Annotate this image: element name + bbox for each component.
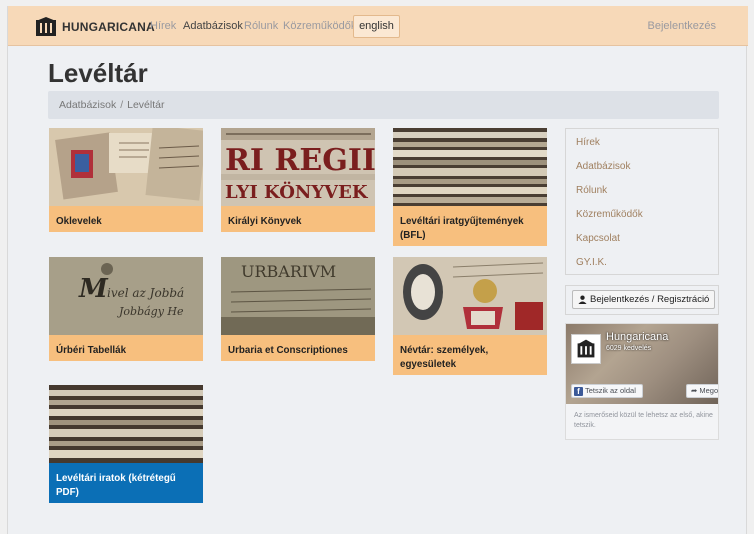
- card-kiralyi-konyvek[interactable]: RI REGII LYI KÖNYVEK Királyi Könyvek: [221, 128, 375, 232]
- user-icon: [578, 295, 587, 304]
- card-label: Névtár: személyek, egyesületek: [393, 335, 547, 375]
- card-image: M ivel az Jobbá Jobbágy He: [49, 257, 203, 335]
- nav-rolunk[interactable]: Rólunk: [244, 20, 278, 32]
- facebook-page-widget: Hungaricana 6029 kedvelés f Tetszik az o…: [565, 323, 719, 440]
- facebook-icon: f: [574, 386, 583, 396]
- card-image: RI REGII LYI KÖNYVEK: [221, 128, 375, 206]
- facebook-share-button[interactable]: ➦ Mego: [686, 384, 719, 398]
- svg-text:ivel az Jobbá: ivel az Jobbá: [107, 286, 184, 300]
- card-label: Királyi Könyvek: [221, 206, 375, 232]
- card-label: Úrbéri Tabellák: [49, 335, 203, 361]
- card-image: [393, 257, 547, 335]
- facebook-like-label: Tetszik az oldal: [585, 386, 636, 395]
- sidebar-item-kozremukodok[interactable]: Közreműködők: [576, 209, 643, 220]
- page-title: Levéltár: [48, 58, 148, 88]
- login-register-button[interactable]: Bejelentkezés / Regisztráció: [572, 290, 716, 309]
- svg-text:URBARIVM: URBARIVM: [241, 262, 336, 281]
- facebook-like-count: 6029 kedvelés: [606, 345, 652, 352]
- facebook-like-button[interactable]: f Tetszik az oldal: [571, 384, 643, 398]
- card-image: [49, 128, 203, 206]
- card-label: Levéltári iratok (kétrétegű PDF): [49, 463, 203, 503]
- login-panel: Bejelentkezés / Regisztráció: [565, 285, 719, 315]
- card-nevtar[interactable]: Névtár: személyek, egyesületek: [393, 257, 547, 375]
- facebook-page-name[interactable]: Hungaricana: [606, 331, 668, 343]
- svg-text:M: M: [78, 274, 109, 304]
- nav-kozremukodok[interactable]: Közreműködők: [283, 20, 356, 32]
- card-label: Levéltári iratgyűjtemények (BFL): [393, 206, 547, 246]
- sidebar-menu: Hírek Adatbázisok Rólunk Közreműködők Ka…: [565, 128, 719, 275]
- facebook-friends-text: Az ismerőseid közül te lehetsz az első, …: [574, 412, 713, 429]
- brand-name: HUNGARICANA: [62, 20, 155, 34]
- card-urbaria-et-conscriptiones[interactable]: URBARIVM Urbaria et Conscriptiones: [221, 257, 375, 361]
- sidebar-item-gyik[interactable]: GY.I.K.: [576, 257, 607, 268]
- card-leveltari-iratgyujtemenyek[interactable]: Levéltári iratgyűjtemények (BFL): [393, 128, 547, 246]
- breadcrumb-item-current: Levéltár: [127, 99, 165, 111]
- language-button[interactable]: english: [353, 15, 400, 38]
- card-image: URBARIVM: [221, 257, 375, 335]
- breadcrumb-item-adatbazisok[interactable]: Adatbázisok: [59, 99, 116, 111]
- brand-link[interactable]: HUNGARICANA: [36, 17, 155, 37]
- card-label: Urbaria et Conscriptiones: [221, 335, 375, 361]
- card-oklevelek[interactable]: Oklevelek: [49, 128, 203, 232]
- svg-text:Jobbágy He: Jobbágy He: [117, 305, 184, 318]
- hungaricana-logo-icon[interactable]: [571, 334, 601, 364]
- svg-text:RI REGII: RI REGII: [225, 143, 375, 178]
- page-frame: HUNGARICANA Hírek Adatbázisok Rólunk Köz…: [7, 6, 748, 534]
- breadcrumb: Adatbázisok / Levéltár: [48, 91, 719, 119]
- sidebar-item-hirek[interactable]: Hírek: [576, 137, 600, 148]
- nav-adatbazisok[interactable]: Adatbázisok: [183, 20, 243, 32]
- card-image: [393, 128, 547, 206]
- login-register-label: Bejelentkezés / Regisztráció: [590, 294, 710, 305]
- card-image: [49, 385, 203, 463]
- sidebar-item-adatbazisok[interactable]: Adatbázisok: [576, 161, 630, 172]
- card-urberi-tabellak[interactable]: M ivel az Jobbá Jobbágy He Úrbéri Tabell…: [49, 257, 203, 361]
- hungaricana-logo-icon: [36, 17, 56, 36]
- top-navbar: HUNGARICANA Hírek Adatbázisok Rólunk Köz…: [8, 6, 748, 46]
- svg-text:LYI KÖNYVEK: LYI KÖNYVEK: [225, 180, 369, 203]
- sidebar-item-kapcsolat[interactable]: Kapcsolat: [576, 233, 620, 244]
- breadcrumb-separator: /: [120, 99, 124, 111]
- card-label: Oklevelek: [49, 206, 203, 232]
- sidebar-item-rolunk[interactable]: Rólunk: [576, 185, 607, 196]
- facebook-share-label: Mego: [699, 386, 719, 395]
- card-leveltari-iratok-pdf[interactable]: Levéltári iratok (kétrétegű PDF): [49, 385, 203, 503]
- nav-login-link[interactable]: Bejelentkezés: [648, 20, 717, 32]
- nav-hirek[interactable]: Hírek: [150, 20, 176, 32]
